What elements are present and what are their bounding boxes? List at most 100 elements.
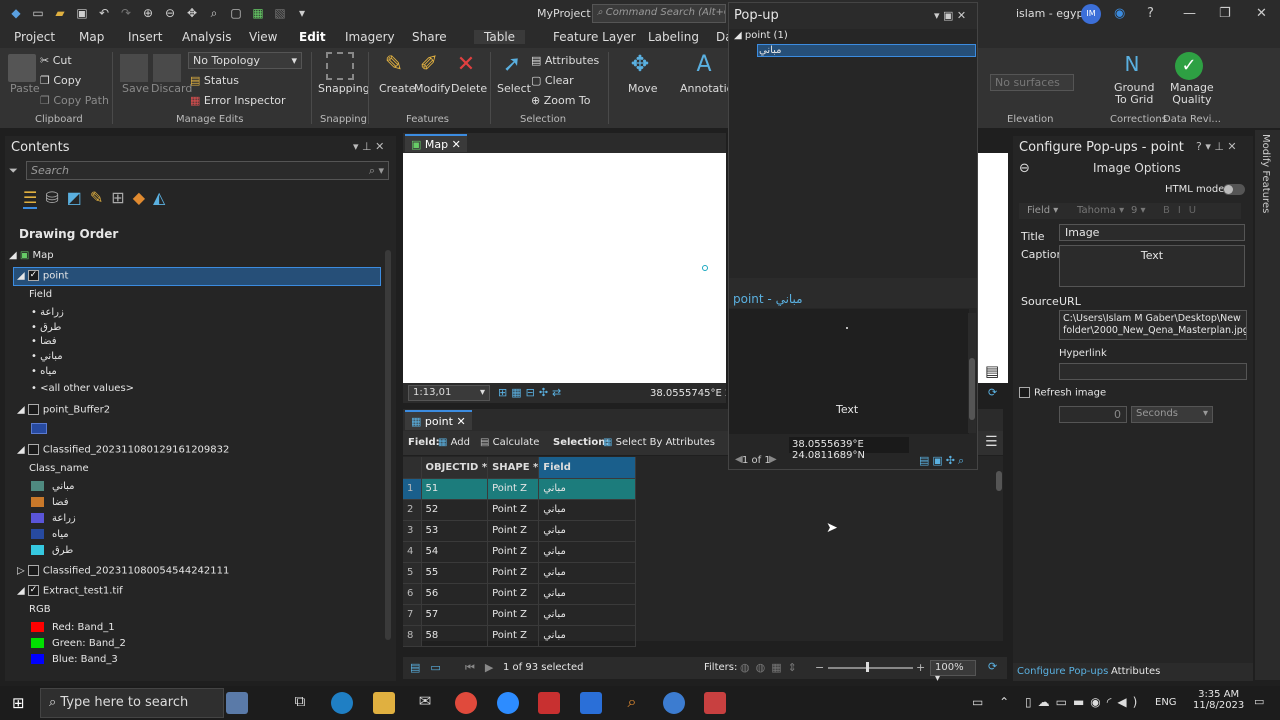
url-input[interactable]: C:\Users\Islam M Gaber\Desktop\New folde… <box>1059 310 1247 340</box>
edge-icon[interactable] <box>331 692 353 714</box>
undo-icon[interactable]: ↶ <box>96 6 112 20</box>
arcgis-icon[interactable] <box>663 692 685 714</box>
zoom-in-icon[interactable]: ⊕ <box>140 6 156 20</box>
refresh-image-checkbox[interactable]: Refresh image <box>1019 387 1106 399</box>
map-notes-icon[interactable]: ▤ <box>985 362 999 380</box>
popup-tree-item[interactable]: مباني <box>759 45 782 56</box>
open-icon[interactable]: ▭ <box>30 6 46 20</box>
topology-dropdown[interactable]: No Topology ▾ <box>188 52 302 69</box>
html-mode-toggle[interactable] <box>1223 184 1245 195</box>
text-style-icon[interactable]: BIU <box>1163 205 1204 216</box>
popup-tree-item-row[interactable] <box>757 44 976 57</box>
paste-button[interactable]: Paste <box>10 82 40 95</box>
tab-edit[interactable]: Edit <box>299 30 326 44</box>
checkbox[interactable] <box>27 444 39 455</box>
copy-button[interactable]: ❐ Copy <box>40 74 81 87</box>
table-cell[interactable]: Point Z <box>487 478 540 500</box>
checkbox[interactable]: ✓ <box>27 270 39 281</box>
tab-project[interactable]: Project <box>14 30 55 44</box>
map-node[interactable]: ◢ ▣ Map <box>9 250 54 261</box>
back-icon[interactable]: ⊖ <box>1019 161 1030 176</box>
notification-icon[interactable]: ◉ <box>1114 6 1125 21</box>
table-row[interactable]: 7 57 Point Z مباني <box>403 604 636 626</box>
delete-button[interactable]: Delete <box>451 82 487 95</box>
row-number[interactable]: 7 <box>403 604 422 626</box>
tab-attributes[interactable]: Attributes <box>1111 666 1160 677</box>
filter-icon[interactable]: ◍◍▦⇕ <box>740 661 803 674</box>
command-search-input[interactable]: ⌕ Command Search (Alt+Q) <box>592 4 726 23</box>
select-by-attributes-button[interactable]: ▦ Select By Attributes <box>603 437 715 448</box>
table-cell[interactable]: Point Z <box>487 520 540 542</box>
table-cell[interactable]: 55 <box>421 562 489 584</box>
minimize-icon[interactable]: — <box>1183 6 1196 21</box>
extract-layer[interactable]: ◢ ✓ Extract_test1.tif <box>17 585 123 597</box>
popup-tree-root[interactable]: ◢ point (1) <box>734 30 788 41</box>
table-cell[interactable]: مباني <box>538 499 636 521</box>
table-cell[interactable]: مباني <box>538 583 636 605</box>
language-indicator[interactable]: ENG <box>1155 697 1177 708</box>
tab-imagery[interactable]: Imagery <box>345 30 395 44</box>
table-cell[interactable]: Point Z <box>487 562 540 584</box>
add-field-button[interactable]: ▦ Add <box>438 437 470 448</box>
zoom-to-button[interactable]: ⊕ Zoom To <box>531 94 591 107</box>
mail-icon[interactable]: ✉ <box>414 692 436 714</box>
cut-button[interactable]: ✂ Cut <box>40 54 72 67</box>
tab-feature-layer[interactable]: Feature Layer <box>553 30 636 44</box>
zoom-out-icon[interactable]: ⊖ <box>162 6 178 20</box>
table-cell[interactable]: مباني <box>538 604 636 626</box>
table-cell[interactable]: Point Z <box>487 541 540 563</box>
row-number[interactable]: 1 <box>403 478 422 500</box>
tab-analysis[interactable]: Analysis <box>182 30 231 44</box>
tab-map[interactable]: Map <box>79 30 104 44</box>
point-layer[interactable]: ◢ ✓ point <box>17 270 68 282</box>
user-name[interactable]: islam - egypt <box>1016 7 1088 20</box>
table-cell[interactable]: 58 <box>421 625 489 647</box>
select-button[interactable]: Select <box>497 82 531 95</box>
help-icon[interactable]: ? <box>1147 6 1154 21</box>
winrar-icon[interactable] <box>538 692 560 714</box>
calculate-button[interactable]: ▤ Calculate <box>480 437 539 448</box>
perspective-icon[interactable]: ◭ <box>153 188 165 209</box>
editing-list-icon[interactable]: ✎ <box>90 188 103 209</box>
table-cell[interactable]: Point Z <box>487 499 540 521</box>
popup-window-controls[interactable]: ▾ ▣ ✕ <box>934 9 966 22</box>
zoom-app-icon[interactable] <box>497 692 519 714</box>
file-explorer-icon[interactable] <box>373 692 395 714</box>
zoom-slider[interactable] <box>828 667 913 669</box>
table-tab[interactable]: ▦ point ✕ <box>405 410 472 430</box>
scale-dropdown[interactable]: 1:13,01 ▾ <box>408 385 490 401</box>
row-number[interactable]: 4 <box>403 541 422 563</box>
notifications-icon[interactable]: ▭ <box>1254 695 1264 708</box>
tab-labeling[interactable]: Labeling <box>648 30 699 44</box>
save-icon[interactable]: ▣ <box>74 6 90 20</box>
surface-dropdown[interactable]: No surfaces <box>990 74 1074 91</box>
checkbox[interactable] <box>1019 387 1030 398</box>
column-header[interactable]: SHAPE * <box>487 457 540 479</box>
zoom-out-icon[interactable]: − <box>815 661 824 674</box>
close-icon[interactable]: ✕ <box>452 138 461 151</box>
avatar[interactable]: IM <box>1081 4 1101 24</box>
close-icon[interactable]: ✕ <box>456 415 465 428</box>
chrome-icon[interactable] <box>455 692 477 714</box>
panel-menu-icon[interactable]: ▾ ⊥ ✕ <box>353 140 384 153</box>
table-cell[interactable]: مباني <box>538 562 636 584</box>
map-tools-icon[interactable]: ⊞▦⊟✣⇄ <box>498 386 565 399</box>
font-dropdown[interactable]: Tahoma ▾ <box>1077 205 1124 216</box>
clear-button[interactable]: ▢ Clear <box>531 74 574 87</box>
close-icon[interactable]: ✕ <box>1256 6 1267 21</box>
popup-next-icon[interactable]: ▶ <box>769 454 777 465</box>
refresh-icon[interactable]: ⟳ <box>988 660 997 673</box>
table-cell[interactable]: مباني <box>538 625 636 647</box>
scrollbar[interactable] <box>385 250 391 640</box>
filter-icon[interactable]: ⏷ <box>9 164 18 178</box>
table-row[interactable]: 2 52 Point Z مباني <box>403 499 636 521</box>
customize-icon[interactable]: ▾ <box>294 6 310 20</box>
map-tab[interactable]: ▣ Map ✕ <box>405 134 467 152</box>
pan-icon[interactable]: ✥ <box>184 6 200 20</box>
table-cell[interactable]: 57 <box>421 604 489 626</box>
zoom-dropdown[interactable]: 100% ▾ <box>930 660 976 684</box>
table-cell[interactable]: Point Z <box>487 604 540 626</box>
table-cell[interactable]: Point Z <box>487 583 540 605</box>
table-row[interactable]: 5 55 Point Z مباني <box>403 562 636 584</box>
task-view-icon[interactable]: ⧉ <box>289 692 311 714</box>
